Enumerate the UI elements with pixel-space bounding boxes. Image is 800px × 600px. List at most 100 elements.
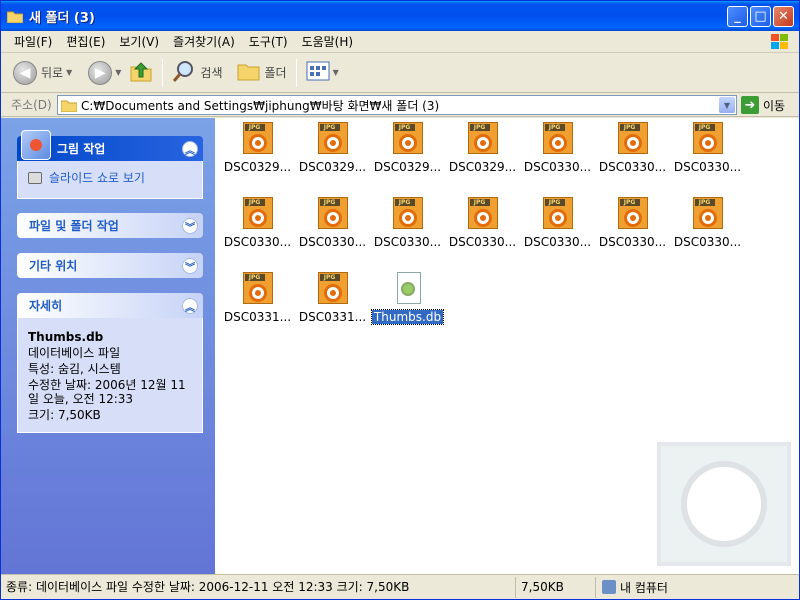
toolbar: ◀ 뒤로 ▼ ▶ ▼ 검색 폴더 ▼ [1,53,799,93]
jpg-tag: JPG [619,199,640,206]
other-places-header[interactable]: 기타 위치 ︾ [17,253,203,278]
chevron-down-icon[interactable]: ▼ [719,97,735,113]
file-item[interactable]: JPG DSC0331... [220,272,295,347]
expand-icon[interactable]: ︾ [182,218,198,234]
folders-button[interactable]: 폴더 [233,56,291,90]
menu-edit[interactable]: 편집(E) [59,33,112,50]
file-item[interactable]: JPG DSC0329... [220,122,295,197]
task-pane: 그림 작업 ︽ 슬라이드 쇼로 보기 파일 및 폴더 작업 ︾ 기타 위치 ︾ [1,118,215,574]
jpg-file-icon: JPG [616,122,650,156]
file-item[interactable]: JPG DSC0329... [370,122,445,197]
up-button[interactable] [125,56,157,90]
views-button[interactable]: ▼ [302,56,343,90]
details-attributes: 특성: 숨김, 시스템 [28,362,121,376]
collapse-icon[interactable]: ︽ [182,141,198,157]
address-path: C:₩Documents and Settings₩jiphung₩바탕 화면₩… [81,98,440,113]
jpg-file-icon: JPG [616,197,650,231]
menu-tools[interactable]: 도구(T) [242,33,295,50]
chevron-down-icon: ▼ [332,68,339,77]
my-computer-icon [602,580,616,594]
file-name: DSC0330... [373,235,442,249]
file-item[interactable]: JPG DSC0330... [595,197,670,272]
search-icon [172,59,196,86]
windows-logo-icon [769,32,791,52]
file-item[interactable]: Thumbs.db [370,272,445,347]
file-name: DSC0331... [298,310,367,324]
jpg-file-icon: JPG [541,122,575,156]
chevron-down-icon: ▼ [66,68,73,77]
toolbar-separator [162,58,164,87]
forward-arrow-icon: ▶ [88,60,113,85]
jpg-file-icon: JPG [241,122,275,156]
folder-icon [60,99,78,112]
go-arrow-icon: ➜ [741,96,759,114]
status-info: 종류: 데이터베이스 파일 수정한 날짜: 2006-12-11 오전 12:3… [1,576,516,598]
jpg-tag: JPG [469,124,490,131]
jpg-file-icon: JPG [241,272,275,306]
title-bar[interactable]: 새 폴더 (3) _ □ ✕ [1,1,799,31]
expand-icon[interactable]: ︾ [182,258,198,274]
search-button[interactable]: 검색 [168,56,226,90]
jpg-file-icon: JPG [691,197,725,231]
other-places-title: 기타 위치 [29,259,78,273]
search-label: 검색 [200,66,223,80]
file-item[interactable]: JPG DSC0330... [670,197,745,272]
menu-bar: 파일(F) 편집(E) 보기(V) 즐겨찾기(A) 도구(T) 도움말(H) [1,31,799,53]
file-tasks-header[interactable]: 파일 및 폴더 작업 ︾ [17,213,203,238]
file-tasks-panel: 파일 및 폴더 작업 ︾ [17,213,203,238]
file-item[interactable]: JPG DSC0330... [520,122,595,197]
details-header[interactable]: 자세히 ︽ [17,293,203,318]
watermark-icon [657,442,791,566]
file-item[interactable]: JPG DSC0330... [595,122,670,197]
file-name: DSC0329... [373,160,442,174]
file-name: DSC0330... [223,235,292,249]
picture-tasks-panel: 그림 작업 ︽ 슬라이드 쇼로 보기 [17,130,203,199]
file-list[interactable]: JPG DSC0329... JPG DSC0329... JPG DSC0329... J… [215,118,799,574]
jpg-tag: JPG [544,124,565,131]
file-name: DSC0330... [598,235,667,249]
minimize-button[interactable]: _ [727,6,748,27]
status-bar: 종류: 데이터베이스 파일 수정한 날짜: 2006-12-11 오전 12:3… [1,574,799,599]
jpg-file-icon: JPG [241,197,275,231]
slideshow-icon [28,171,42,184]
slideshow-link[interactable]: 슬라이드 쇼로 보기 [28,169,192,186]
menu-view[interactable]: 보기(V) [112,33,166,50]
close-button[interactable]: ✕ [773,6,794,27]
go-label: 이동 [763,98,786,113]
file-item[interactable]: JPG DSC0331... [295,272,370,347]
back-button[interactable]: ◀ 뒤로 ▼ [9,56,76,90]
menu-file[interactable]: 파일(F) [7,33,59,50]
jpg-file-icon: JPG [541,197,575,231]
folders-icon [237,60,261,85]
jpg-tag: JPG [394,199,415,206]
file-item[interactable]: JPG DSC0329... [445,122,520,197]
go-button[interactable]: ➜ 이동 [741,96,785,114]
file-item[interactable]: JPG DSC0330... [445,197,520,272]
menu-favorites[interactable]: 즐겨찾기(A) [166,33,242,50]
status-size: 7,50KB [516,576,596,598]
jpg-tag: JPG [319,274,340,281]
address-input[interactable]: C:₩Documents and Settings₩jiphung₩바탕 화면₩… [57,95,737,115]
file-item[interactable]: JPG DSC0329... [295,122,370,197]
forward-button[interactable]: ▶ ▼ [84,56,125,90]
details-modified: 수정한 날짜: 2006년 12월 11일 오늘, 오전 12:33 [28,378,186,406]
address-label: 주소(D) [11,98,52,112]
menu-help[interactable]: 도움말(H) [295,33,361,50]
jpg-file-icon: JPG [316,272,350,306]
file-grid: JPG DSC0329... JPG DSC0329... JPG DSC0329... J… [220,122,745,347]
chevron-down-icon: ▼ [115,68,122,77]
file-item[interactable]: JPG DSC0330... [670,122,745,197]
picture-tasks-header[interactable]: 그림 작업 ︽ [17,130,203,161]
jpg-file-icon: JPG [466,122,500,156]
maximize-button[interactable]: □ [750,6,771,27]
jpg-file-icon: JPG [316,122,350,156]
other-places-panel: 기타 위치 ︾ [17,253,203,278]
views-icon [306,60,330,85]
file-item[interactable]: JPG DSC0330... [520,197,595,272]
file-item[interactable]: JPG DSC0330... [370,197,445,272]
details-size: 크기: 7,50KB [28,408,101,422]
file-item[interactable]: JPG DSC0330... [295,197,370,272]
file-item[interactable]: JPG DSC0330... [220,197,295,272]
details-title: 자세히 [29,299,63,313]
collapse-icon[interactable]: ︽ [182,298,198,314]
